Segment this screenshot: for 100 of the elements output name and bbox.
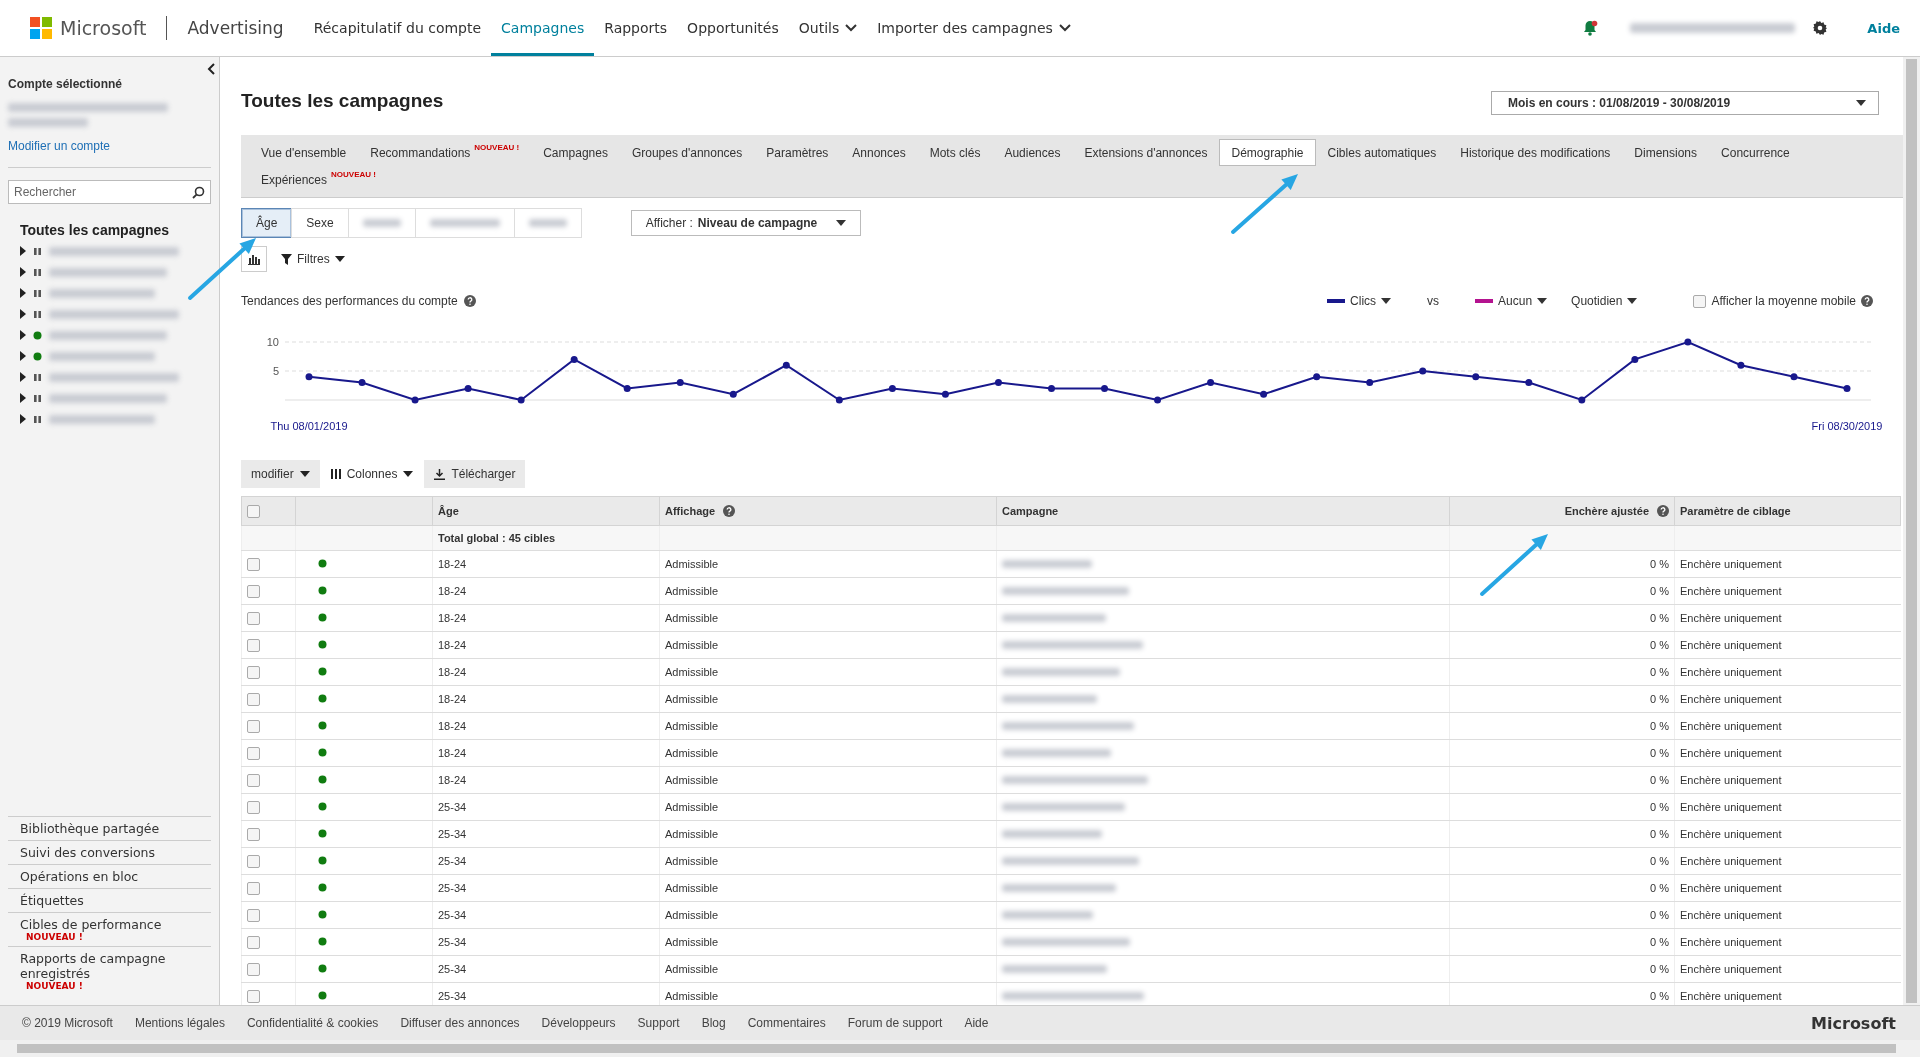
- footer-link[interactable]: Aide: [964, 1016, 989, 1030]
- expand-icon[interactable]: [20, 351, 26, 361]
- tab[interactable]: Dimensions: [1622, 139, 1710, 166]
- tab[interactable]: Mots clés: [917, 139, 993, 166]
- collapse-icon[interactable]: [207, 63, 215, 75]
- row-checkbox[interactable]: [247, 638, 260, 652]
- row-checkbox[interactable]: [247, 800, 260, 814]
- footer-link[interactable]: Support: [637, 1016, 680, 1030]
- expand-icon[interactable]: [20, 372, 26, 382]
- checkbox[interactable]: [247, 504, 260, 518]
- footer-link[interactable]: Commentaires: [747, 1016, 826, 1030]
- filters-button[interactable]: Filtres: [281, 252, 345, 266]
- tab[interactable]: Groupes d'annonces: [619, 139, 755, 166]
- table-cell: 25-34: [438, 963, 467, 975]
- column-header[interactable]: Enchère ajustée: [1564, 505, 1649, 517]
- nav-tab[interactable]: Opportunités: [677, 0, 789, 56]
- tab[interactable]: Audiences: [992, 139, 1073, 166]
- help-link[interactable]: Aide: [1867, 20, 1900, 36]
- date-range-dropdown[interactable]: Mois en cours : 01/08/2019 - 30/08/2019: [1491, 91, 1879, 115]
- tab[interactable]: Annonces: [840, 139, 918, 166]
- nav-tab[interactable]: Rapports: [594, 0, 678, 56]
- row-checkbox[interactable]: [247, 773, 260, 787]
- view-level-dropdown[interactable]: Afficher : Niveau de campagne: [630, 210, 862, 236]
- notification-bell-icon[interactable]: [1582, 20, 1599, 36]
- row-checkbox[interactable]: [247, 989, 260, 1003]
- tab[interactable]: Paramètres: [754, 139, 841, 166]
- scrollbar-thumb[interactable]: [17, 1044, 1896, 1053]
- row-checkbox[interactable]: [247, 692, 260, 706]
- row-checkbox[interactable]: [247, 908, 260, 922]
- row-checkbox[interactable]: [247, 827, 260, 841]
- segment-button[interactable]: [347, 208, 416, 238]
- row-checkbox[interactable]: [247, 584, 260, 598]
- nav-tab[interactable]: Outils: [788, 0, 868, 56]
- expand-icon[interactable]: [20, 246, 26, 256]
- row-checkbox[interactable]: [247, 935, 260, 949]
- segment-button[interactable]: Âge: [241, 208, 293, 238]
- scrollbar-thumb[interactable]: [1906, 59, 1917, 1003]
- tree-title[interactable]: Toutes les campagnes: [20, 222, 211, 238]
- sidebar-link[interactable]: Suivi des conversions: [8, 840, 211, 864]
- row-checkbox[interactable]: [247, 611, 260, 625]
- checkbox[interactable]: [1693, 294, 1707, 308]
- download-button[interactable]: Télécharger: [424, 460, 526, 488]
- column-header[interactable]: Âge: [438, 505, 459, 517]
- segment-button[interactable]: [414, 208, 515, 238]
- row-checkbox[interactable]: [247, 665, 260, 679]
- tab[interactable]: Historique des modifications: [1448, 139, 1623, 166]
- table-cell: 0 %: [1650, 747, 1669, 759]
- expand-icon[interactable]: [20, 330, 26, 340]
- row-checkbox[interactable]: [247, 746, 260, 760]
- nav-tab[interactable]: Campagnes: [491, 0, 595, 56]
- sidebar-link[interactable]: Opérations en bloc: [8, 864, 211, 888]
- tab[interactable]: Expériences NOUVEAU !: [249, 166, 388, 193]
- expand-icon[interactable]: [20, 393, 26, 403]
- footer-link[interactable]: Diffuser des annonces: [400, 1016, 520, 1030]
- tab[interactable]: Démographie: [1219, 139, 1316, 166]
- sidebar-link[interactable]: Rapports de campagne enregistrés NOUVEAU !: [8, 946, 211, 995]
- expand-icon[interactable]: [20, 267, 26, 277]
- compare-metric-dropdown[interactable]: Aucun: [1475, 294, 1548, 308]
- footer-link[interactable]: Développeurs: [541, 1016, 616, 1030]
- search-field[interactable]: Rechercher: [8, 180, 211, 204]
- row-checkbox[interactable]: [247, 854, 260, 868]
- column-header[interactable]: Campagne: [1002, 505, 1059, 517]
- edit-dropdown[interactable]: modifier: [241, 460, 320, 488]
- footer-link[interactable]: Confidentialité & cookies: [246, 1016, 379, 1030]
- segment-button[interactable]: Sexe: [291, 208, 349, 238]
- row-checkbox[interactable]: [247, 881, 260, 895]
- search-icon[interactable]: [192, 186, 205, 199]
- expand-icon[interactable]: [20, 414, 26, 424]
- footer-link[interactable]: Mentions légales: [134, 1016, 225, 1030]
- tab[interactable]: Cibles automatiques: [1315, 139, 1449, 166]
- tab[interactable]: Campagnes: [531, 139, 620, 166]
- tab[interactable]: Vue d'ensemble: [249, 139, 359, 166]
- tab[interactable]: Concurrence: [1709, 139, 1802, 166]
- header-cell[interactable]: Campagne: [996, 496, 1450, 526]
- header-cell[interactable]: Affichage: [659, 496, 997, 526]
- change-account-link[interactable]: Modifier un compte: [8, 139, 111, 153]
- table-cell: Admissible: [665, 963, 719, 975]
- nav-tab[interactable]: Récapitulatif du compte: [303, 0, 492, 56]
- header-cell[interactable]: Âge: [432, 496, 660, 526]
- segment-button[interactable]: [513, 208, 582, 238]
- expand-icon[interactable]: [20, 288, 26, 298]
- tab[interactable]: Recommandations NOUVEAU !: [358, 139, 532, 166]
- sidebar-link[interactable]: Cibles de performance NOUVEAU !: [8, 912, 211, 946]
- settings-icon[interactable]: [1813, 21, 1828, 35]
- nav-tab[interactable]: Importer des campagnes: [867, 0, 1081, 56]
- footer-link[interactable]: Forum de support: [847, 1016, 943, 1030]
- expand-icon[interactable]: [20, 309, 26, 319]
- header-cell[interactable]: Paramètre de ciblage: [1674, 496, 1901, 526]
- column-header[interactable]: Affichage: [665, 505, 716, 517]
- metric-dropdown[interactable]: Clics: [1327, 294, 1392, 308]
- header-cell[interactable]: Enchère ajustée: [1449, 496, 1675, 526]
- row-checkbox[interactable]: [247, 962, 260, 976]
- footer-link[interactable]: Blog: [701, 1016, 726, 1030]
- column-header[interactable]: Paramètre de ciblage: [1680, 505, 1791, 517]
- sidebar-link[interactable]: Étiquettes: [8, 888, 211, 912]
- row-checkbox[interactable]: [247, 557, 260, 571]
- period-dropdown[interactable]: Quotidien: [1571, 294, 1638, 308]
- row-checkbox[interactable]: [247, 719, 260, 733]
- sidebar-link[interactable]: Bibliothèque partagée: [8, 816, 211, 840]
- tab[interactable]: Extensions d'annonces: [1072, 139, 1220, 166]
